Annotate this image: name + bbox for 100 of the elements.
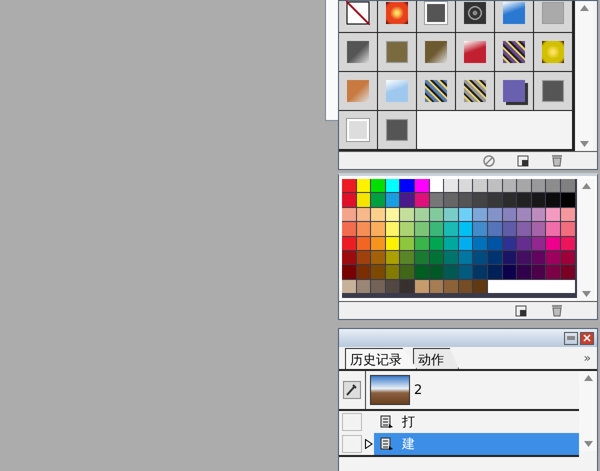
color-swatch[interactable] (473, 179, 487, 192)
color-swatch[interactable] (473, 265, 487, 279)
color-swatch[interactable] (458, 250, 472, 264)
new-icon[interactable] (515, 304, 527, 316)
color-swatch[interactable] (371, 222, 385, 236)
style-swatch[interactable] (386, 2, 408, 24)
color-swatch[interactable] (532, 193, 546, 207)
style-swatch[interactable] (464, 80, 486, 102)
history-brush-toggle[interactable] (342, 435, 362, 453)
no-symbol-icon[interactable] (483, 154, 495, 166)
color-swatch[interactable] (356, 280, 370, 294)
scrollbar[interactable] (579, 371, 597, 451)
color-swatch[interactable] (414, 236, 429, 250)
color-swatch[interactable] (371, 236, 385, 250)
color-swatch[interactable] (502, 179, 516, 192)
color-swatch[interactable] (546, 193, 560, 207)
color-swatch[interactable] (430, 222, 444, 236)
color-swatch[interactable] (532, 236, 546, 250)
color-swatch[interactable] (400, 236, 414, 250)
color-swatch[interactable] (342, 236, 356, 250)
panel-menu-button[interactable]: » (584, 351, 591, 365)
color-swatch[interactable] (502, 250, 516, 264)
color-swatch[interactable] (371, 280, 385, 294)
scroll-down-icon[interactable] (580, 141, 588, 147)
color-swatch[interactable] (458, 179, 472, 192)
style-swatch[interactable] (503, 2, 525, 24)
color-swatch[interactable] (356, 265, 370, 279)
color-swatch[interactable] (546, 222, 560, 236)
style-swatch[interactable] (464, 41, 486, 63)
color-swatch[interactable] (444, 236, 458, 250)
color-swatch[interactable] (414, 250, 429, 264)
panel-tab[interactable]: 历史记录 (345, 348, 417, 369)
color-swatch[interactable] (371, 193, 385, 207)
color-swatch[interactable] (356, 236, 370, 250)
color-swatch[interactable] (517, 265, 531, 279)
color-swatch[interactable] (414, 193, 429, 207)
color-swatch[interactable] (517, 236, 531, 250)
color-swatch[interactable] (371, 179, 385, 192)
style-swatch[interactable] (425, 80, 447, 102)
style-swatch[interactable] (464, 2, 486, 24)
color-swatch[interactable] (458, 265, 472, 279)
color-swatch[interactable] (371, 208, 385, 222)
color-swatch[interactable] (458, 222, 472, 236)
style-swatch[interactable] (386, 80, 408, 102)
style-swatch[interactable] (347, 41, 369, 63)
color-swatch[interactable] (444, 250, 458, 264)
color-swatch[interactable] (342, 265, 356, 279)
color-swatch[interactable] (414, 265, 429, 279)
scroll-up-icon[interactable] (584, 375, 592, 381)
color-swatch[interactable] (488, 250, 502, 264)
color-swatch[interactable] (444, 179, 458, 192)
history-item[interactable]: 打 (374, 411, 579, 433)
trash-icon[interactable] (551, 304, 563, 317)
color-swatch[interactable] (473, 208, 487, 222)
color-swatch[interactable] (560, 265, 574, 279)
color-swatch[interactable] (458, 208, 472, 222)
color-swatch[interactable] (488, 265, 502, 279)
color-swatch[interactable] (488, 208, 502, 222)
color-swatch[interactable] (400, 208, 414, 222)
scrollbar[interactable] (575, 1, 593, 151)
color-swatch[interactable] (532, 265, 546, 279)
color-swatch[interactable] (430, 208, 444, 222)
color-swatch[interactable] (430, 236, 444, 250)
color-swatch[interactable] (342, 222, 356, 236)
color-swatch[interactable] (532, 179, 546, 192)
style-swatch[interactable] (503, 41, 525, 63)
color-swatch[interactable] (502, 208, 516, 222)
color-swatch[interactable] (517, 193, 531, 207)
color-swatch[interactable] (546, 208, 560, 222)
color-swatch[interactable] (342, 193, 356, 207)
color-swatch[interactable] (458, 280, 472, 294)
color-swatch[interactable] (546, 179, 560, 192)
color-swatch[interactable] (371, 250, 385, 264)
close-button[interactable] (580, 332, 594, 344)
color-swatch[interactable] (342, 280, 356, 294)
new-icon[interactable] (517, 154, 529, 166)
color-swatch[interactable] (414, 208, 429, 222)
color-swatch[interactable] (356, 193, 370, 207)
history-brush-toggle[interactable] (342, 413, 362, 431)
color-swatch[interactable] (546, 236, 560, 250)
color-swatch[interactable] (502, 222, 516, 236)
color-swatch[interactable] (473, 222, 487, 236)
color-swatch[interactable] (386, 179, 400, 192)
color-swatch[interactable] (430, 280, 444, 294)
color-swatch[interactable] (400, 280, 414, 294)
color-swatch[interactable] (386, 208, 400, 222)
color-swatch[interactable] (386, 265, 400, 279)
color-swatch[interactable] (473, 280, 487, 294)
color-swatch[interactable] (444, 280, 458, 294)
color-swatch[interactable] (400, 250, 414, 264)
color-swatch[interactable] (430, 250, 444, 264)
style-swatch[interactable] (386, 41, 408, 63)
color-swatch[interactable] (430, 193, 444, 207)
color-swatch[interactable] (517, 179, 531, 192)
color-swatch[interactable] (430, 179, 444, 192)
color-swatch[interactable] (386, 280, 400, 294)
color-swatch[interactable] (488, 222, 502, 236)
color-swatch[interactable] (444, 208, 458, 222)
color-swatch[interactable] (488, 179, 502, 192)
color-swatch[interactable] (488, 193, 502, 207)
